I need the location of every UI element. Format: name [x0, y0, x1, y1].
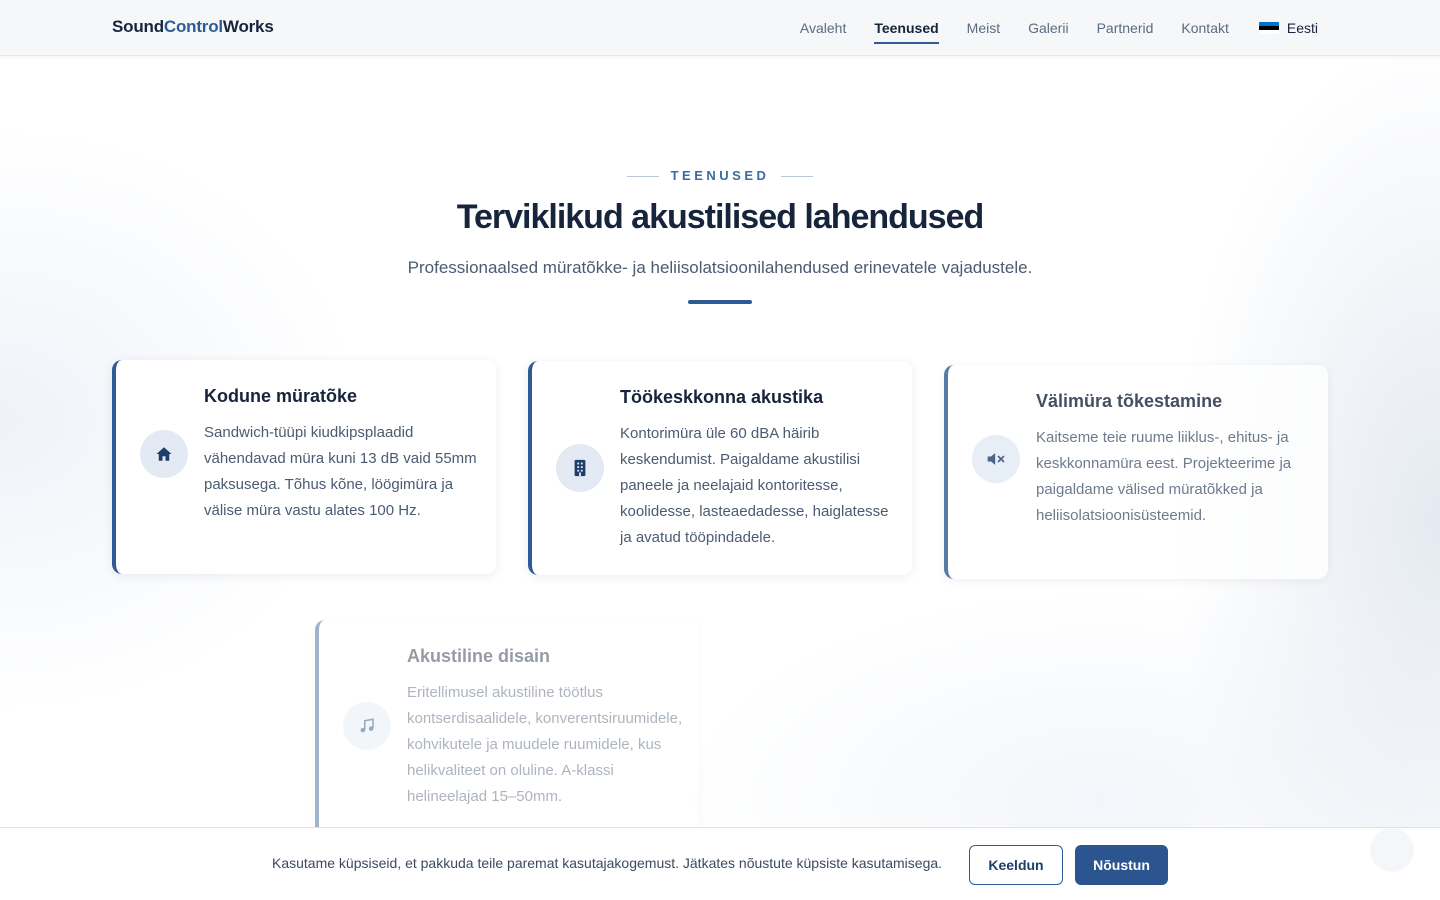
cookie-banner: Kasutame küpsiseid, et pakkuda teile par…	[0, 827, 1440, 900]
nav-item-avaleht[interactable]: Avaleht	[800, 0, 846, 56]
nav-item-partnerid[interactable]: Partnerid	[1097, 0, 1154, 56]
service-card-workplace[interactable]: Töökeskkonna akustika Kontorimüra üle 60…	[528, 361, 912, 575]
eyebrow-line-right	[781, 176, 814, 178]
eyebrow-line-left	[626, 176, 659, 178]
service-card-title: Kodune müratõke	[204, 386, 358, 406]
nav-item-teenused[interactable]: Teenused	[874, 0, 939, 56]
service-card-title: Töökeskkonna akustika	[620, 387, 824, 407]
service-card-home[interactable]: Kodune müratõke Sandwich-tüüpi kiudkipsp…	[112, 360, 496, 574]
cookie-accept-button[interactable]: Nõustun	[1075, 845, 1168, 885]
service-card-text: Sandwich-tüüpi kiudkipsplaadid vähendava…	[204, 424, 477, 519]
title-divider	[688, 300, 752, 304]
service-card-text: Kaitseme teie ruume liiklus-, ehitus- ja…	[1036, 429, 1292, 524]
nav-item-meist[interactable]: Meist	[967, 0, 1000, 56]
service-card-acoustic-design[interactable]: Akustiline disain Eritellimusel akustili…	[315, 620, 699, 840]
language-label: Eesti	[1286, 20, 1318, 36]
service-card-title: Akustiline disain	[407, 646, 551, 666]
cookie-decline-button[interactable]: Keeldun	[969, 845, 1063, 885]
music-note-icon	[343, 702, 391, 750]
top-navigation: SoundControlWorks Avaleht Teenused Meist…	[0, 0, 1440, 56]
nav-item-kontakt[interactable]: Kontakt	[1181, 0, 1228, 56]
brand-part-3: Works	[222, 17, 274, 36]
building-icon	[556, 444, 604, 492]
language-selector[interactable]: Eesti	[1258, 20, 1318, 36]
flag-stripe-white	[1258, 30, 1279, 35]
brand-part-1: Sound	[112, 17, 164, 36]
estonia-flag-icon	[1258, 21, 1279, 35]
section-subtitle: Professionaalsed müratõkke- ja heliisola…	[407, 258, 1033, 277]
floating-action-button[interactable]	[1370, 828, 1414, 872]
eyebrow-label: TEENUSED	[670, 168, 770, 183]
main-menu: Avaleht Teenused Meist Galerii Partnerid…	[772, 0, 1318, 56]
service-card-outdoor[interactable]: Välimüra tõkestamine Kaitseme teie ruume…	[944, 365, 1328, 579]
section-title: Terviklikud akustilised lahendused	[456, 198, 985, 236]
service-card-title: Välimüra tõkestamine	[1036, 391, 1223, 411]
cookie-text: Kasutame küpsiseid, et pakkuda teile par…	[272, 855, 943, 871]
volume-mute-icon	[972, 435, 1020, 483]
service-card-text: Eritellimusel akustiline töötlus kontser…	[407, 684, 683, 805]
section-eyebrow: TEENUSED	[0, 168, 1440, 183]
brand-logo[interactable]: SoundControlWorks	[112, 17, 274, 37]
service-card-text: Kontorimüra üle 60 dBA häirib keskendumi…	[620, 425, 889, 546]
nav-item-galerii[interactable]: Galerii	[1028, 0, 1068, 56]
home-icon	[140, 430, 188, 478]
brand-part-2: Control	[163, 17, 223, 36]
